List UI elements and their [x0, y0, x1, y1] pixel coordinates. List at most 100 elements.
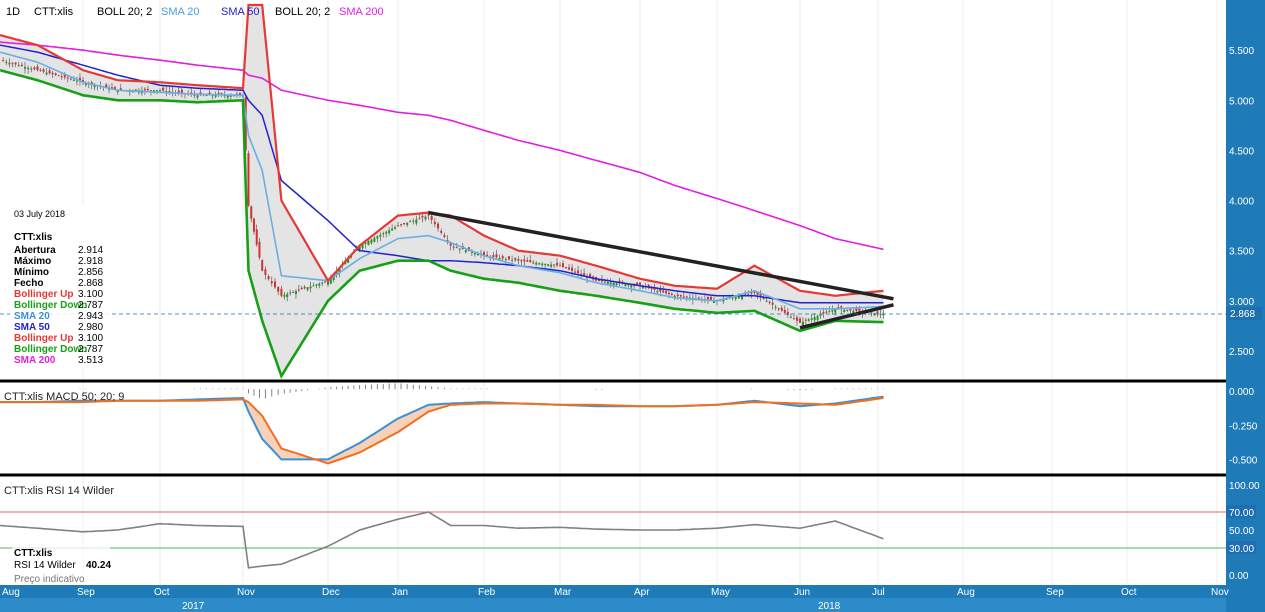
- candle-body: [492, 255, 495, 258]
- candle-body: [283, 294, 286, 297]
- indicator-legend-item[interactable]: SMA 200: [339, 6, 384, 18]
- candle-body: [568, 267, 571, 270]
- macd-panel[interactable]: CTT:xlis MACD 50; 20; 9: [0, 383, 884, 465]
- candle-body: [517, 259, 520, 261]
- candle-body: [440, 230, 443, 233]
- candle-body: [146, 88, 149, 91]
- candle-body: [400, 224, 403, 226]
- month-label: Mar: [554, 587, 572, 598]
- bollinger-band-fill: [0, 5, 884, 376]
- month-label: May: [711, 587, 730, 598]
- candle-body: [771, 302, 774, 305]
- indicator-legend-item[interactable]: BOLL 20; 2: [97, 6, 152, 18]
- candle-body: [33, 67, 36, 70]
- month-label: Oct: [1121, 587, 1137, 598]
- candle-body: [559, 265, 561, 267]
- candle-body: [606, 282, 609, 285]
- info-row-label: SMA 200: [14, 355, 56, 366]
- candle-body: [292, 292, 295, 294]
- candle-body: [48, 70, 51, 74]
- info-row-label: SMA 50: [14, 322, 50, 333]
- price-tick-label: 3.000: [1229, 297, 1254, 308]
- candle-body: [42, 69, 45, 72]
- candle-body: [430, 216, 433, 220]
- time-axis[interactable]: Aug Sep Oct Nov Dec Jan Feb Mar Apr May Jun Jul Aug S…: [0, 585, 1229, 612]
- info-row: Bollinger Up 3.100: [14, 333, 103, 344]
- candle-body: [544, 263, 547, 265]
- symbol-label[interactable]: CTT:xlis: [34, 6, 74, 18]
- candle-body: [280, 288, 283, 296]
- candle-body: [286, 293, 289, 298]
- candle-body: [289, 292, 292, 294]
- candle-body: [562, 263, 565, 267]
- last-price-label: 2.868: [1230, 309, 1255, 320]
- candle-body: [765, 300, 768, 302]
- candle-body: [306, 287, 309, 290]
- candle-body: [665, 290, 668, 294]
- month-label: Jun: [794, 587, 810, 598]
- candle-body: [388, 230, 391, 234]
- stock-chart[interactable]: CTT:xlis MACD 50; 20; 9 CTT:xlis RSI 14 …: [0, 0, 1265, 612]
- candle-body: [682, 296, 685, 298]
- year-label: 2017: [182, 601, 205, 612]
- info-row-value: 3.100: [78, 289, 103, 300]
- candle-body: [250, 206, 253, 219]
- candle-body: [523, 259, 526, 262]
- info-row-value: 2.980: [78, 322, 103, 333]
- candle-body: [205, 95, 208, 97]
- candle-body: [57, 75, 60, 77]
- candle-body: [20, 64, 23, 67]
- info-row-label: Bollinger Up: [14, 333, 73, 344]
- candle-body: [385, 231, 388, 234]
- info-row-value: 2.943: [78, 311, 103, 322]
- candle-body: [777, 308, 780, 310]
- interval-label[interactable]: 1D: [6, 6, 20, 18]
- info-row-label: Bollinger Down: [14, 300, 87, 311]
- rsi-panel[interactable]: CTT:xlis RSI 14 Wilder CTT:xlis RSI 14 W…: [0, 485, 1226, 585]
- candle-body: [670, 293, 673, 295]
- indicator-legend[interactable]: BOLL 20; 2 SMA 20 SMA 50 BOLL 20; 2 SMA 200: [97, 6, 384, 18]
- indicator-legend-item[interactable]: SMA 50: [221, 6, 260, 18]
- price-tick-label: 4.000: [1229, 197, 1254, 208]
- candle-body: [45, 72, 48, 75]
- month-label: Aug: [957, 587, 975, 598]
- indicator-legend-item[interactable]: BOLL 20; 2: [275, 6, 330, 18]
- candle-body: [433, 221, 436, 225]
- candle-body: [458, 248, 461, 250]
- candle-body: [394, 227, 397, 229]
- rsi-panel-title: CTT:xlis RSI 14 Wilder: [4, 485, 114, 497]
- info-date: 03 July 2018: [14, 209, 65, 219]
- info-row-value: 3.100: [78, 333, 103, 344]
- price-panel[interactable]: [0, 3, 1226, 380]
- candle-body: [520, 260, 523, 262]
- chart-header[interactable]: 1D CTT:xlis BOLL 20; 2 SMA 20 SMA 50 BOLL 2…: [6, 6, 384, 18]
- macd-signal-line: [0, 397, 884, 465]
- info-row-value: 3.513: [78, 355, 103, 366]
- candle-body: [391, 228, 394, 231]
- candle-body: [495, 254, 498, 258]
- indicator-legend-item[interactable]: SMA 20: [161, 6, 200, 18]
- info-row-value: 2.868: [78, 278, 103, 289]
- ohlc-info-box: 03 July 2018 CTT:xlis Abertura 2.914 Máxim…: [10, 205, 110, 368]
- candle-body: [415, 219, 418, 224]
- candle-body: [615, 283, 618, 286]
- candle-body: [795, 317, 798, 321]
- right-value-axis[interactable]: 2.500 3.000 3.500 4.000 4.500 5.000 5.500 0.00…: [1226, 0, 1265, 612]
- candle-body: [270, 281, 273, 284]
- candle-body: [143, 88, 146, 91]
- candle-body: [397, 225, 399, 227]
- candle-body: [734, 296, 737, 300]
- candle-body: [294, 291, 297, 295]
- candle-body: [879, 313, 882, 315]
- candle-body: [312, 285, 315, 287]
- candle-body: [261, 260, 264, 271]
- candle-body: [258, 241, 261, 258]
- price-tick-label: 5.000: [1229, 96, 1254, 107]
- rsi-tick-label: 30.00: [1229, 544, 1254, 555]
- candle-body: [697, 297, 700, 299]
- candle-body: [252, 218, 255, 232]
- candle-body: [676, 294, 679, 297]
- candle-body: [14, 62, 17, 65]
- info-row-value: 2.914: [78, 245, 103, 256]
- candle-body: [155, 90, 158, 92]
